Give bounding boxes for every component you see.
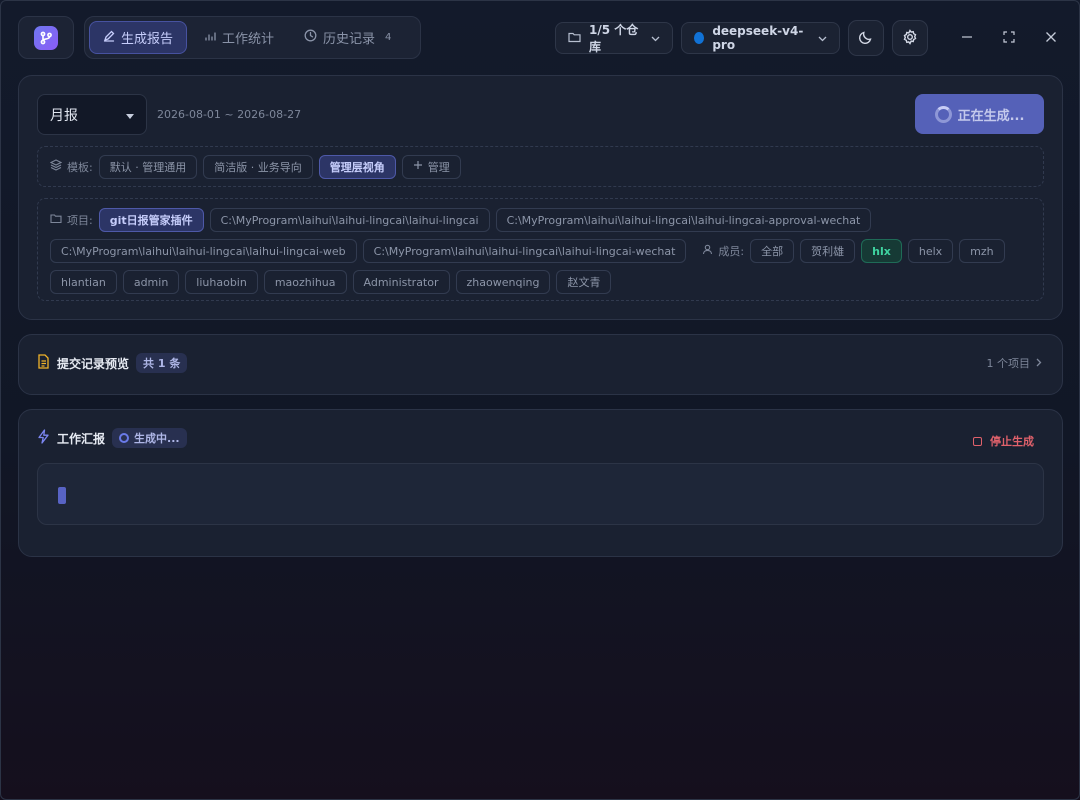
member-chip[interactable]: helx: [907, 239, 954, 263]
template-chip-simple[interactable]: 简洁版 · 业务导向: [203, 154, 313, 179]
member-chip[interactable]: zhaowenqing: [455, 270, 551, 294]
maximize-icon: [1003, 30, 1015, 46]
folder-icon: [50, 213, 62, 227]
template-label-text: 模板:: [67, 160, 93, 174]
member-chip[interactable]: 赵文青: [556, 270, 612, 294]
folder-icon: [568, 31, 581, 46]
settings-button[interactable]: [892, 20, 928, 56]
project-label: 项目:: [50, 208, 93, 232]
repo-selector[interactable]: 1/5 个仓库: [555, 22, 673, 54]
report-output-panel: 工作汇报 生成中... 停止生成: [18, 409, 1063, 557]
tab-label: 工作统计: [222, 32, 275, 47]
generate-button-label: 正在生成...: [957, 108, 1025, 124]
close-button[interactable]: [1040, 27, 1062, 49]
member-chip[interactable]: hlantian: [50, 270, 117, 294]
project-chip[interactable]: C:\MyProgram\laihui\laihui-lingcai\laihu…: [495, 208, 872, 232]
layers-icon: [49, 159, 63, 174]
main-nav: 生成报告 工作统计 历史记录 4: [84, 16, 421, 59]
member-chip[interactable]: admin: [122, 270, 180, 294]
member-chip[interactable]: maozhihua: [263, 270, 347, 294]
repo-selector-label: 1/5 个仓库: [589, 23, 639, 54]
document-icon: [37, 354, 50, 372]
project-chip[interactable]: C:\MyProgram\laihui\laihui-lingcai\laihu…: [50, 239, 357, 263]
caret-down-icon: [126, 107, 134, 123]
clock-icon: [304, 29, 317, 46]
tab-history[interactable]: 历史记录 4: [291, 21, 404, 54]
member-chip[interactable]: 贺利雄: [800, 239, 856, 263]
moon-icon: [858, 29, 874, 48]
period-value: 月报: [50, 107, 78, 124]
commit-count-badge: 共 1 条: [136, 353, 188, 373]
generate-button[interactable]: 正在生成...: [915, 94, 1044, 134]
generating-status-text: 生成中...: [134, 432, 180, 445]
plus-icon: [413, 160, 423, 173]
generating-status-badge: 生成中...: [112, 428, 187, 448]
toolbar-right: 1/5 个仓库 deepseek-v4-pro: [555, 20, 1062, 56]
member-chip[interactable]: 全部: [750, 239, 795, 263]
user-icon: [702, 244, 713, 258]
project-chip[interactable]: git日报管家插件: [98, 208, 204, 232]
gear-icon: [902, 28, 918, 48]
model-selector[interactable]: deepseek-v4-pro: [681, 22, 840, 54]
minimize-button[interactable]: [956, 27, 978, 49]
top-bar: 生成报告 工作统计 历史记录 4 1/5 个仓库 deepseek-v4-pro: [18, 16, 1062, 60]
template-label: 模板:: [49, 159, 93, 175]
member-chip[interactable]: Administrator: [352, 270, 450, 294]
app-logo[interactable]: [18, 16, 74, 59]
theme-toggle-button[interactable]: [848, 20, 884, 56]
manage-templates-label: 管理: [427, 160, 450, 174]
loading-ring-icon: [119, 433, 130, 443]
stop-generation-button[interactable]: 停止生成: [973, 433, 1034, 449]
date-range: 2026-08-01 ~ 2026-08-27: [157, 108, 302, 121]
bar-chart-icon: [204, 30, 216, 46]
member-chip[interactable]: mzh: [959, 239, 1005, 263]
filter-box: 项目: git日报管家插件 C:\MyProgram\laihui\laihui…: [37, 198, 1044, 301]
lightning-icon: [37, 429, 50, 447]
commit-preview-title: 提交记录预览: [57, 356, 130, 371]
project-chip[interactable]: C:\MyProgram\laihui\laihui-lingcai\laihu…: [362, 239, 687, 263]
close-icon: [1045, 31, 1057, 46]
member-label: 成员:: [702, 239, 744, 263]
period-select[interactable]: 月报: [37, 94, 147, 135]
project-count-text: 1 个项目: [986, 357, 1031, 370]
pencil-icon: [103, 30, 115, 46]
maximize-button[interactable]: [998, 27, 1020, 49]
report-title: 工作汇报: [57, 431, 106, 446]
minimize-icon: [961, 31, 973, 46]
commit-project-count[interactable]: 1 个项目: [987, 355, 1043, 371]
template-row: 模板: 默认 · 管理通用 简洁版 · 业务导向 管理层视角 管理: [37, 146, 1044, 187]
tab-generate-report[interactable]: 生成报告: [89, 21, 188, 54]
chevron-right-icon: [1036, 357, 1042, 370]
member-chip[interactable]: liuhaobin: [185, 270, 258, 294]
template-chip-management[interactable]: 管理层视角: [318, 154, 396, 179]
member-chip[interactable]: hlx: [861, 239, 902, 263]
commit-preview-panel[interactable]: 提交记录预览 共 1 条 1 个项目: [18, 334, 1063, 395]
manage-templates-button[interactable]: 管理: [401, 154, 461, 179]
member-label-text: 成员:: [718, 245, 745, 258]
project-label-text: 项目:: [67, 214, 93, 227]
git-branch-icon: [34, 25, 58, 50]
template-chip-default[interactable]: 默认 · 管理通用: [98, 154, 198, 179]
typing-cursor: [58, 487, 66, 504]
commit-preview-header: 提交记录预览 共 1 条: [37, 353, 188, 373]
chevron-down-icon: [818, 31, 827, 45]
history-count-badge: 4: [385, 32, 392, 43]
report-output-area[interactable]: [37, 463, 1044, 525]
model-selector-label: deepseek-v4-pro: [712, 24, 804, 52]
stop-icon: [973, 436, 982, 446]
tab-work-stats[interactable]: 工作统计: [191, 21, 287, 54]
tab-label: 生成报告: [121, 32, 174, 47]
stop-generation-label: 停止生成: [990, 435, 1034, 448]
chevron-down-icon: [651, 31, 660, 45]
report-header: 工作汇报 生成中...: [37, 428, 187, 448]
report-config-panel: 月报 2026-08-01 ~ 2026-08-27 正在生成... 模板: 默…: [18, 75, 1063, 320]
model-status-dot: [694, 32, 705, 44]
loading-spinner-icon: [934, 105, 952, 123]
project-chip[interactable]: C:\MyProgram\laihui\laihui-lingcai\laihu…: [209, 208, 490, 232]
tab-label: 历史记录: [323, 32, 376, 47]
